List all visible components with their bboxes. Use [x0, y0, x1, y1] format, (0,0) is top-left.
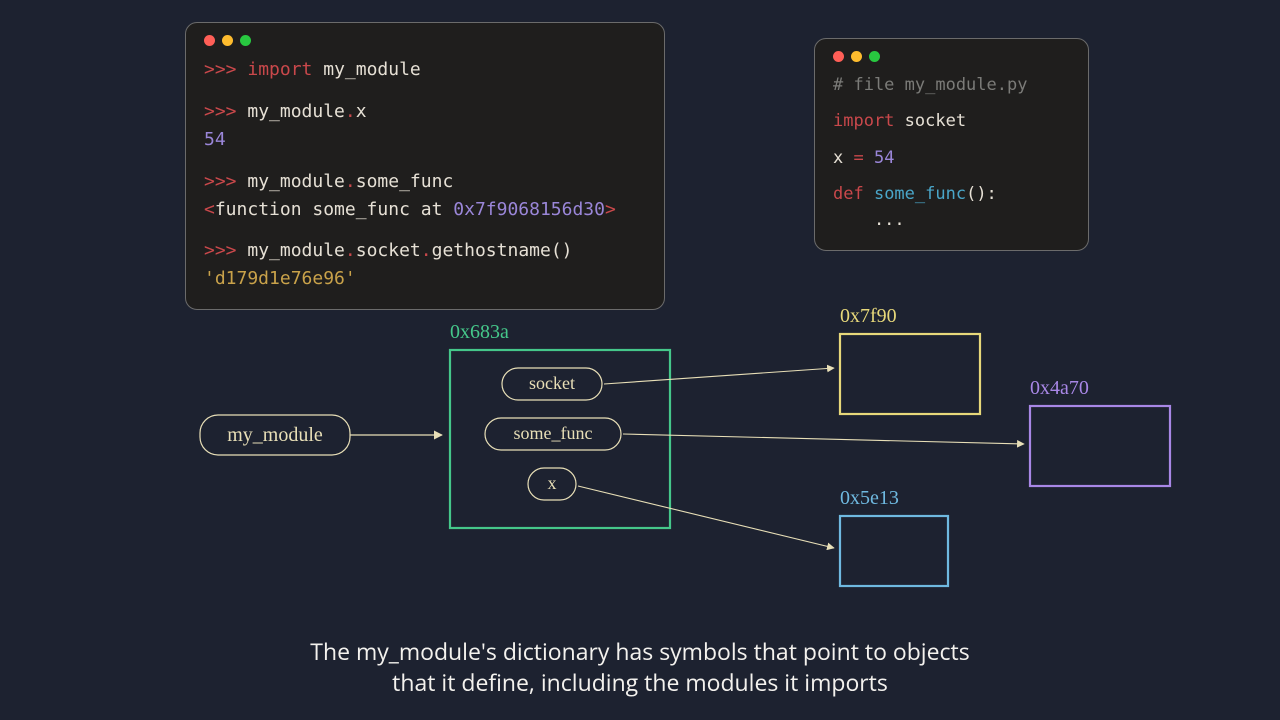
window-dots — [204, 35, 646, 46]
dict-box: 0x683a socket some_func x — [450, 321, 670, 528]
dot: . — [421, 240, 432, 261]
address-label: 0x4a70 — [1030, 377, 1089, 399]
zoom-icon — [869, 51, 880, 62]
file-terminal: # file my_module.py import socket x = 54… — [814, 38, 1089, 251]
entry-socket — [502, 368, 602, 400]
zoom-icon — [240, 35, 251, 46]
caption-line: The my_module's dictionary has symbols t… — [0, 636, 1280, 667]
object-box-purple: 0x4a70 — [1030, 377, 1170, 486]
object-box-yellow: 0x7f90 — [840, 305, 980, 414]
dict-address: 0x683a — [450, 321, 509, 343]
file-line: def some_func(): — [833, 181, 1070, 207]
object-box-blue: 0x5e13 — [840, 487, 948, 586]
prompt: >>> — [204, 240, 247, 261]
var-name: x — [833, 148, 853, 168]
repl-line: >>> my_module.socket.gethostname() — [204, 237, 646, 265]
entry-socket-label: socket — [529, 373, 575, 393]
parens: () — [551, 240, 573, 261]
entry-x-label: x — [548, 473, 557, 493]
module-node: my_module — [200, 415, 350, 455]
entry-x — [528, 468, 576, 500]
address: 0x7f9068156d30 — [453, 199, 605, 220]
caption: The my_module's dictionary has symbols t… — [0, 636, 1280, 698]
repl-terminal: >>> import my_module >>> my_module.x 54 … — [185, 22, 665, 310]
keyword-def: def — [833, 184, 864, 204]
prompt: >>> — [204, 171, 247, 192]
repl-output: 'd179d1e76e96' — [204, 265, 646, 293]
dot: . — [345, 101, 356, 122]
repl-output: 54 — [204, 126, 646, 154]
attr: some_func — [356, 171, 454, 192]
minimize-icon — [222, 35, 233, 46]
keyword-import: import — [833, 111, 894, 131]
repl-line: >>> my_module.some_func — [204, 168, 646, 196]
caption-line: that it define, including the modules it… — [0, 667, 1280, 698]
number: 54 — [864, 148, 895, 168]
close-icon — [204, 35, 215, 46]
repl-expr: my_module — [247, 171, 345, 192]
entry-some-func-label: some_func — [514, 423, 593, 443]
file-line: x = 54 — [833, 145, 1070, 171]
file-line: import socket — [833, 108, 1070, 134]
attr: socket — [356, 240, 421, 261]
minimize-icon — [851, 51, 862, 62]
repl-expr: my_module — [247, 240, 345, 261]
close-icon — [833, 51, 844, 62]
dot: . — [345, 240, 356, 261]
window-dots — [833, 51, 1070, 62]
module-name: my_module — [312, 59, 420, 80]
output-number: 54 — [204, 129, 226, 150]
address-label: 0x5e13 — [840, 487, 899, 509]
angle-open: < — [204, 199, 215, 220]
address-label: 0x7f90 — [840, 305, 897, 327]
ellipsis: ... — [833, 210, 905, 230]
comment: # file my_module.py — [833, 75, 1027, 95]
prompt: >>> — [204, 101, 247, 122]
file-line: ... — [833, 207, 1070, 233]
module-label: my_module — [227, 424, 323, 446]
repl-line: >>> my_module.x — [204, 98, 646, 126]
arrow — [578, 486, 834, 548]
prompt: >>> — [204, 59, 247, 80]
call: gethostname — [432, 240, 551, 261]
file-line: # file my_module.py — [833, 72, 1070, 98]
angle-close: > — [605, 199, 616, 220]
repl-expr: my_module — [247, 101, 345, 122]
repl-output: <function some_func at 0x7f9068156d30> — [204, 196, 646, 224]
module-name: socket — [894, 111, 966, 131]
keyword-import: import — [247, 59, 312, 80]
repl-line: >>> import my_module — [204, 56, 646, 84]
entry-some-func — [485, 418, 621, 450]
output-string: 'd179d1e76e96' — [204, 268, 356, 289]
equals: = — [853, 148, 863, 168]
dot: . — [345, 171, 356, 192]
arrow — [623, 434, 1024, 444]
func-repr: function some_func at — [215, 199, 453, 220]
arrow — [604, 368, 834, 384]
func-name: some_func — [864, 184, 966, 204]
parens: (): — [966, 184, 997, 204]
attr: x — [356, 101, 367, 122]
